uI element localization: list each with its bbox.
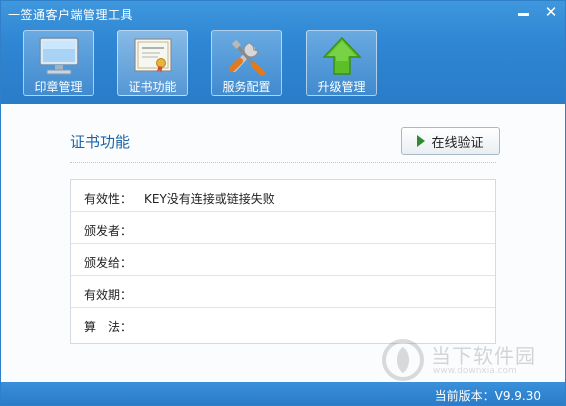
online-verify-label: 在线验证	[431, 135, 484, 151]
info-value: KEY没有连接或链接失败	[144, 192, 275, 206]
info-label: 颁发给：	[84, 256, 133, 270]
watermark-subtitle: www.downxia.com	[433, 366, 517, 376]
toolbar-button-certificate[interactable]: 证书功能	[117, 30, 188, 96]
toolbar-button-upgrade[interactable]: 升级管理	[306, 30, 377, 96]
close-button[interactable]: ✕	[537, 1, 565, 23]
toolbar-button-service-config[interactable]: 服务配置	[211, 30, 282, 96]
toolbar-label: 证书功能	[128, 80, 177, 94]
close-icon: ✕	[544, 2, 558, 21]
monitor-icon	[38, 37, 79, 75]
status-bar: 当前版本：V9.9.30	[1, 382, 565, 405]
info-label: 有效期：	[84, 288, 133, 302]
upgrade-arrow-icon	[321, 36, 362, 75]
toolbar-button-seal-management[interactable]: 印章管理	[23, 30, 94, 96]
tools-icon	[228, 39, 265, 76]
app-window: 一签通客户端管理工具 ✕ 印章管理 证书功能 服务配置 升级管理 证书功能 在线…	[0, 0, 566, 406]
version-label: 当前版本：V9.9.30	[434, 389, 541, 403]
info-label: 颁发者：	[84, 224, 133, 238]
minimize-button[interactable]	[509, 1, 537, 23]
toolbar-label: 服务配置	[222, 80, 271, 94]
certificate-info-table: 有效性： KEY没有连接或链接失败 颁发者： 颁发给： 有效期： 算 法：	[70, 179, 496, 344]
play-icon	[417, 135, 426, 147]
watermark-title: 当下软件园	[431, 344, 536, 368]
certificate-icon	[133, 38, 172, 73]
header-bar: 一签通客户端管理工具 ✕ 印章管理 证书功能 服务配置 升级管理	[1, 1, 565, 104]
section-title: 证书功能	[70, 133, 131, 151]
info-row-validity-period: 有效期：	[71, 276, 495, 308]
window-title: 一签通客户端管理工具	[8, 8, 134, 22]
info-row-issued-to: 颁发给：	[71, 244, 495, 276]
divider	[70, 162, 496, 163]
online-verify-button[interactable]: 在线验证	[401, 127, 500, 155]
info-label: 算 法：	[84, 320, 133, 334]
info-row-issuer: 颁发者：	[71, 212, 495, 244]
toolbar-label: 升级管理	[317, 80, 366, 94]
watermark: 当下软件园 www.downxia.com	[381, 336, 551, 386]
info-row-validity: 有效性： KEY没有连接或链接失败	[71, 180, 495, 212]
toolbar-label: 印章管理	[34, 80, 83, 94]
minimize-icon	[517, 12, 529, 16]
info-label: 有效性：	[84, 192, 133, 206]
watermark-logo-icon	[382, 339, 424, 381]
